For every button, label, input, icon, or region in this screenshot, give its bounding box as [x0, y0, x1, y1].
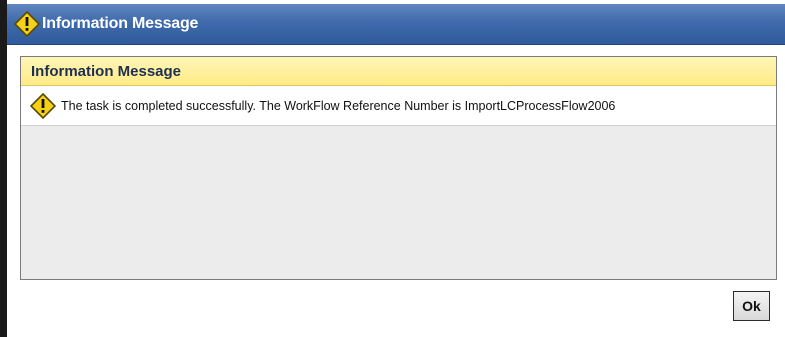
- warning-icon: [13, 10, 41, 38]
- ok-button[interactable]: Ok: [733, 291, 770, 321]
- message-row: The task is completed successfully. The …: [21, 86, 776, 126]
- dialog-title: Information Message: [42, 15, 199, 32]
- dialog-titlebar: Information Message: [7, 4, 785, 45]
- panel-header-title: Information Message: [31, 62, 182, 80]
- warning-icon: [29, 92, 57, 120]
- panel-header: Information Message: [21, 57, 776, 86]
- message-panel: Information Message The task is complete…: [20, 56, 777, 280]
- message-text: The task is completed successfully. The …: [61, 98, 616, 113]
- information-dialog: Information Message Information Message …: [0, 0, 785, 337]
